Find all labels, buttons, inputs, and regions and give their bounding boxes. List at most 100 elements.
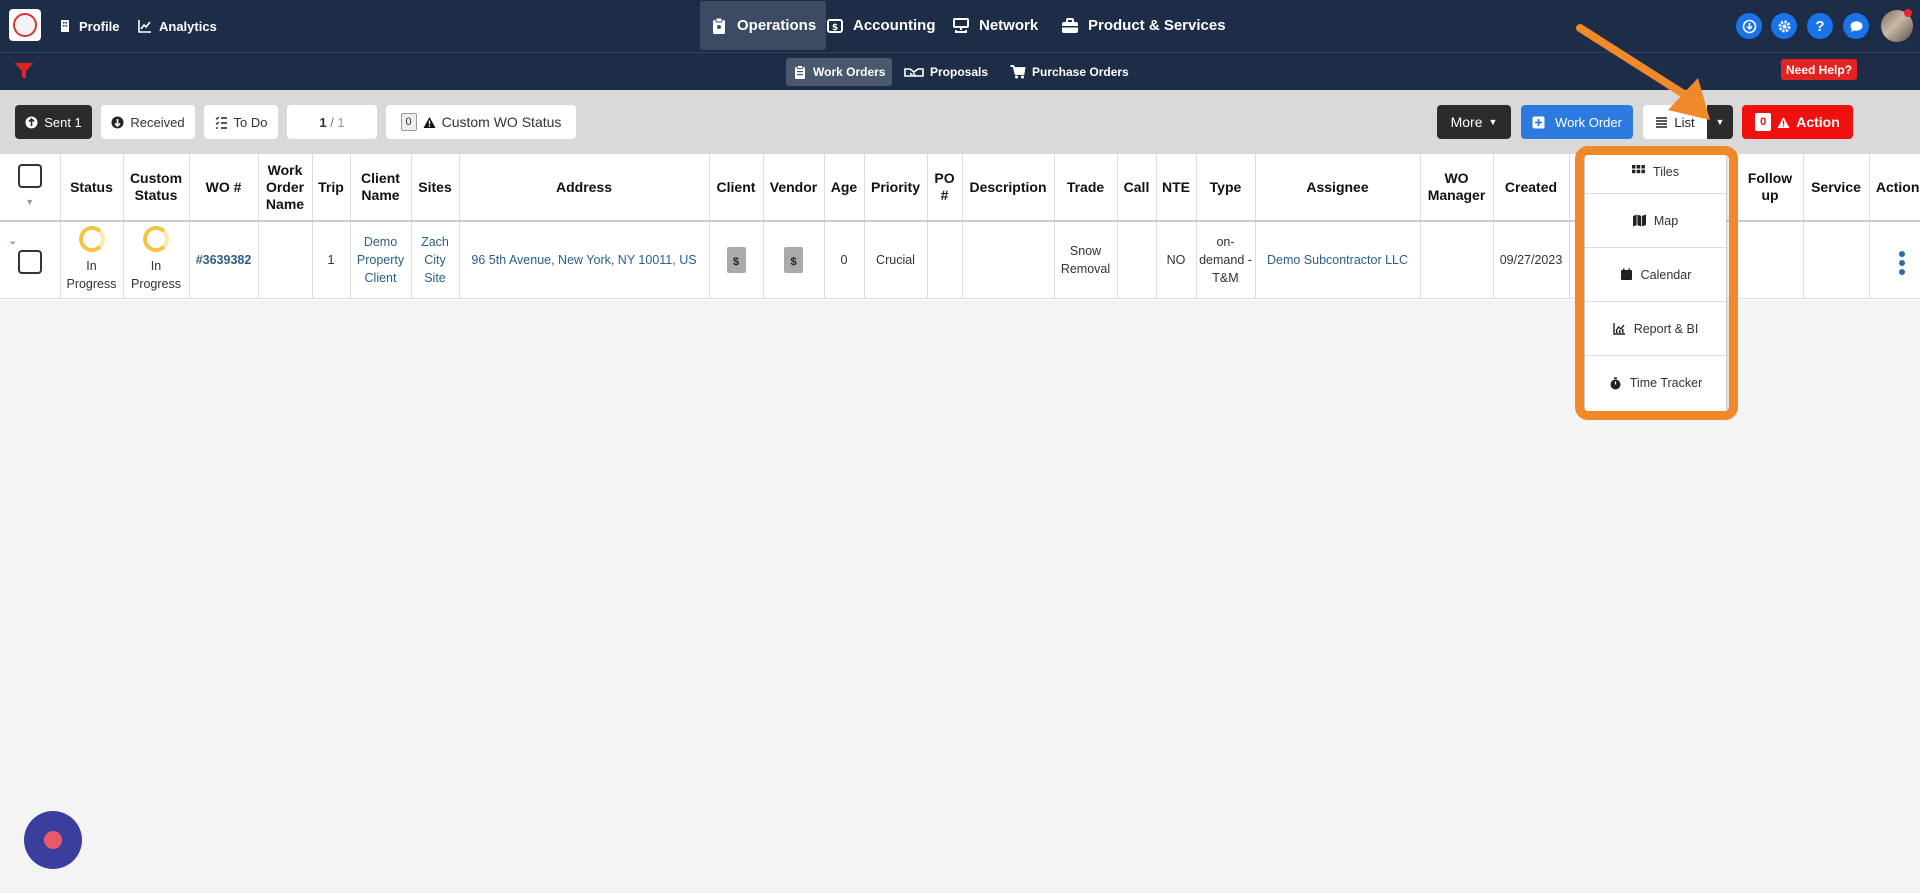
plus-square-icon bbox=[1532, 116, 1545, 128]
custom-wo-status-button[interactable]: 0 Custom WO Status bbox=[386, 105, 576, 139]
custom-status-cell: In Progress bbox=[123, 221, 190, 299]
subnav-purchase-orders-label: Purchase Orders bbox=[1032, 65, 1129, 79]
column-header[interactable]: Priority bbox=[864, 154, 928, 222]
view-mode-dropdown: Tiles Map Calendar Report & BI Time Trac… bbox=[1584, 154, 1727, 413]
subnav-proposals[interactable]: Proposals bbox=[897, 58, 995, 86]
nte-cell: NO bbox=[1156, 221, 1197, 299]
subnav-work-orders-label: Work Orders bbox=[813, 65, 886, 79]
actions-cell[interactable] bbox=[1869, 221, 1920, 299]
column-header[interactable]: Service bbox=[1803, 154, 1870, 222]
calendar-icon bbox=[1620, 268, 1632, 280]
column-header[interactable]: Created bbox=[1493, 154, 1570, 222]
column-header[interactable]: Custom Status bbox=[123, 154, 190, 222]
column-header[interactable]: Description bbox=[962, 154, 1055, 222]
column-header[interactable]: Actions bbox=[1869, 154, 1920, 222]
map-icon bbox=[1632, 214, 1646, 227]
more-dropdown-button[interactable]: More ▼ bbox=[1437, 105, 1511, 139]
nav-analytics[interactable]: Analytics bbox=[138, 0, 217, 52]
action-button[interactable]: 0 Action bbox=[1742, 105, 1853, 139]
view-map-item[interactable]: Map bbox=[1585, 194, 1726, 248]
todo-filter-button[interactable]: To Do bbox=[204, 105, 278, 139]
row-select-cell[interactable]: ⌄ bbox=[0, 221, 61, 299]
nav-operations-label: Operations bbox=[737, 17, 817, 34]
select-all-header[interactable]: ▼ bbox=[0, 154, 61, 222]
column-header[interactable]: WO Manager bbox=[1420, 154, 1494, 222]
column-header[interactable]: Vendor bbox=[763, 154, 825, 222]
column-header[interactable]: Trade bbox=[1054, 154, 1118, 222]
upload-circle-icon bbox=[25, 116, 38, 128]
page-total: 1 bbox=[337, 114, 345, 130]
invoice-icon[interactable]: $ bbox=[784, 246, 803, 273]
view-time-tracker-item[interactable]: Time Tracker bbox=[1585, 356, 1726, 410]
subnav-proposals-label: Proposals bbox=[930, 65, 989, 79]
column-header[interactable]: WO # bbox=[189, 154, 259, 222]
received-filter-button[interactable]: Received bbox=[101, 105, 195, 139]
invoice-icon[interactable]: $ bbox=[726, 246, 746, 273]
help-button[interactable]: ? bbox=[1807, 13, 1833, 39]
briefcase-icon bbox=[1062, 17, 1078, 33]
nav-network-label: Network bbox=[979, 17, 1039, 34]
live-chat-button[interactable] bbox=[24, 811, 82, 869]
column-header[interactable]: PO # bbox=[927, 154, 963, 222]
site-link[interactable]: Zach City Site bbox=[411, 221, 460, 299]
column-header[interactable]: Client Name bbox=[350, 154, 412, 222]
pagination-input[interactable]: 1 / 1 bbox=[287, 105, 377, 139]
view-report-item[interactable]: Report & BI bbox=[1585, 302, 1726, 356]
address-link[interactable]: 96 5th Avenue, New York, NY 10011, US bbox=[459, 221, 710, 299]
calendar-label: Calendar bbox=[1640, 267, 1692, 282]
nav-network[interactable]: Network bbox=[942, 1, 1048, 50]
line-chart-icon bbox=[138, 20, 151, 33]
nav-products-services[interactable]: Product & Services bbox=[1051, 1, 1236, 50]
sent-filter-button[interactable]: Sent 1 bbox=[15, 105, 92, 139]
select-all-checkbox[interactable] bbox=[17, 163, 42, 188]
need-help-button[interactable]: Need Help? bbox=[1781, 59, 1858, 80]
column-header[interactable]: Client bbox=[709, 154, 764, 222]
chevron-down-icon[interactable]: ⌄ bbox=[8, 232, 58, 250]
status-text: In Progress bbox=[66, 259, 117, 292]
column-header[interactable]: NTE bbox=[1156, 154, 1197, 222]
caret-down-icon[interactable]: ▼ bbox=[2, 194, 58, 211]
row-checkbox[interactable] bbox=[18, 250, 42, 275]
wo-number-link[interactable]: #3639382 bbox=[189, 221, 259, 299]
column-header[interactable]: Status bbox=[60, 154, 124, 222]
view-tiles-item[interactable]: Tiles bbox=[1585, 155, 1726, 194]
client-invoice-cell[interactable]: $ bbox=[709, 221, 764, 299]
kebab-menu-icon[interactable] bbox=[1898, 251, 1905, 276]
assignee-link[interactable]: Demo Subcontractor LLC bbox=[1255, 221, 1421, 299]
column-header[interactable]: Follow up bbox=[1737, 154, 1804, 222]
chat-indicator-icon bbox=[44, 831, 62, 849]
type-cell: on-demand - T&M bbox=[1196, 221, 1256, 299]
column-header[interactable]: Sites bbox=[411, 154, 460, 222]
settings-button[interactable] bbox=[1771, 13, 1797, 39]
network-icon bbox=[953, 17, 969, 33]
warning-icon bbox=[423, 116, 436, 128]
client-name-link[interactable]: Demo Property Client bbox=[350, 221, 412, 299]
view-calendar-item[interactable]: Calendar bbox=[1585, 248, 1726, 302]
arrow-annotation bbox=[1576, 24, 1710, 120]
column-header[interactable]: Assignee bbox=[1255, 154, 1421, 222]
nav-operations[interactable]: Operations bbox=[700, 1, 827, 50]
company-logo[interactable] bbox=[9, 9, 41, 41]
call-cell bbox=[1117, 221, 1157, 299]
column-header[interactable]: Type bbox=[1196, 154, 1256, 222]
nav-profile[interactable]: Profile bbox=[58, 0, 119, 52]
action-label: Action bbox=[1796, 114, 1840, 130]
messages-button[interactable] bbox=[1843, 13, 1869, 39]
clipboard-icon bbox=[795, 65, 805, 79]
column-header[interactable]: Age bbox=[824, 154, 865, 222]
stopwatch-icon bbox=[1610, 377, 1621, 389]
todo-label: To Do bbox=[233, 114, 268, 130]
custom-status-count: 0 bbox=[400, 113, 417, 131]
subnav-work-orders[interactable]: Work Orders bbox=[786, 58, 893, 86]
column-header[interactable]: Address bbox=[459, 154, 710, 222]
subnav-purchase-orders[interactable]: Purchase Orders bbox=[1002, 58, 1136, 86]
nav-accounting[interactable]: $ Accounting bbox=[816, 1, 946, 50]
column-header[interactable]: Call bbox=[1117, 154, 1157, 222]
filter-icon[interactable] bbox=[14, 62, 34, 80]
column-header[interactable]: Work Order Name bbox=[258, 154, 313, 222]
caret-down-icon: ▼ bbox=[1488, 117, 1498, 127]
cart-icon bbox=[1010, 65, 1026, 79]
column-header[interactable]: Trip bbox=[312, 154, 351, 222]
vendor-invoice-cell[interactable]: $ bbox=[763, 221, 825, 299]
priority-cell: Crucial bbox=[864, 221, 928, 299]
